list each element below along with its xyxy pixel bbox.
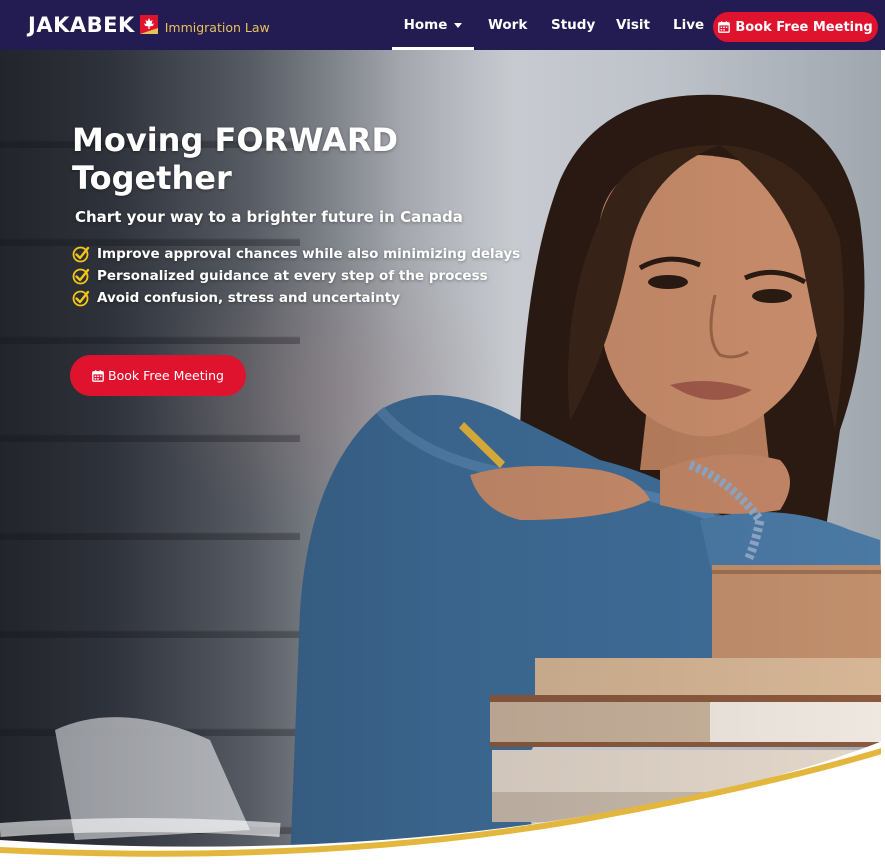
brand-subtitle: Immigration Law	[164, 19, 270, 35]
nav-item-label: Work	[488, 17, 528, 33]
benefit-item: Avoid confusion, stress and uncertainty	[72, 287, 532, 309]
nav-item-visit[interactable]: Visit	[616, 0, 650, 50]
hero-subtitle: Chart your way to a brighter future in C…	[75, 208, 463, 226]
page-edge	[881, 50, 885, 864]
hero-cta-label: Book Free Meeting	[108, 368, 224, 383]
maple-leaf-flag-icon	[139, 15, 158, 34]
brand-logo[interactable]: JAKABEK Immigration Law	[28, 10, 270, 40]
hero-book-meeting-button[interactable]: Book Free Meeting	[70, 355, 246, 396]
check-circle-icon	[72, 246, 90, 263]
hero-title-line2: Together	[72, 159, 232, 197]
check-circle-icon	[72, 268, 90, 285]
header-book-meeting-button[interactable]: Book Free Meeting	[713, 12, 878, 42]
nav-item-label: Home	[403, 17, 448, 33]
calendar-icon	[92, 369, 104, 382]
benefits-list: Improve approval chances while also mini…	[72, 243, 532, 309]
benefit-text: Avoid confusion, stress and uncertainty	[97, 290, 401, 306]
benefit-item: Personalized guidance at every step of t…	[72, 265, 532, 287]
calendar-icon	[718, 21, 731, 33]
benefit-item: Improve approval chances while also mini…	[72, 243, 532, 265]
chevron-down-icon	[454, 22, 463, 28]
benefit-text: Improve approval chances while also mini…	[97, 246, 521, 262]
nav-item-live[interactable]: Live	[673, 0, 704, 50]
nav-item-study[interactable]: Study	[551, 0, 595, 50]
check-circle-icon	[72, 290, 90, 307]
header-cta-label: Book Free Meeting	[735, 19, 873, 35]
nav-item-work[interactable]: Work	[488, 0, 527, 50]
benefit-text: Personalized guidance at every step of t…	[97, 268, 488, 284]
hero-title: Moving FORWARD Together	[72, 121, 432, 197]
brand-name: JAKABEK	[28, 13, 135, 37]
hero-title-line1: Moving FORWARD	[72, 121, 399, 159]
nav-item-label: Study	[551, 17, 596, 33]
nav-item-label: Visit	[616, 17, 650, 33]
nav-item-home[interactable]: Home	[392, 0, 474, 50]
nav-item-label: Live	[673, 17, 705, 33]
site-header: JAKABEK Immigration Law Home Work Study …	[0, 0, 885, 50]
hero-section: Moving FORWARD Together Chart your way t…	[0, 50, 885, 864]
